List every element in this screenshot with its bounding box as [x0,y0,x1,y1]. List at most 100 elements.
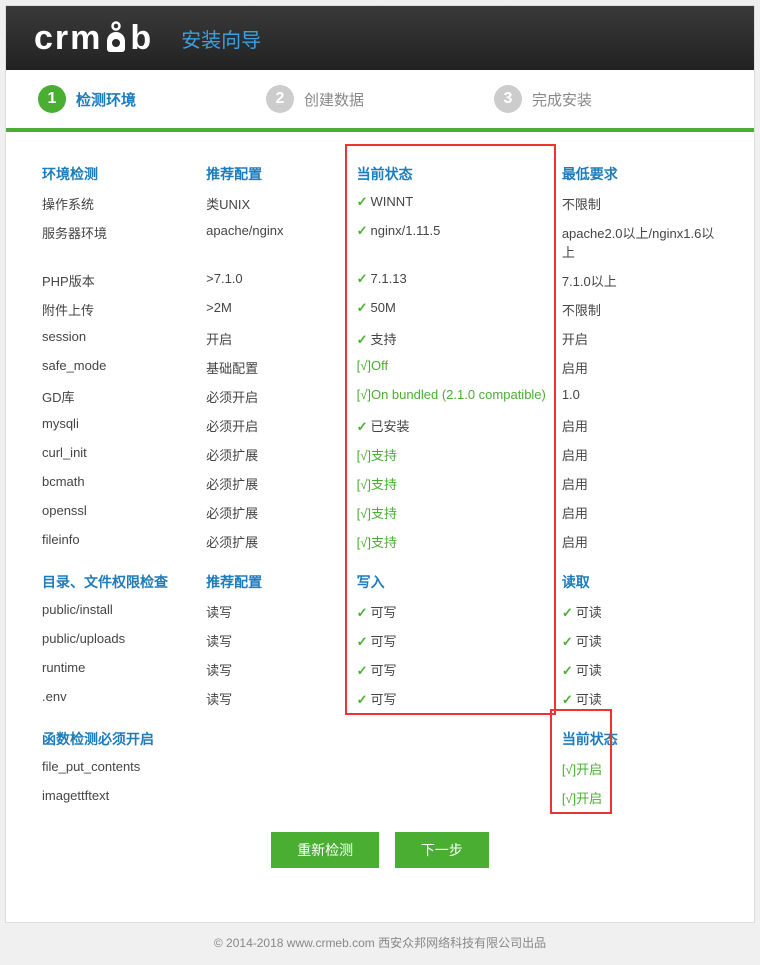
header: crm b 安装向导 [6,6,754,70]
env-min: 不限制 [558,295,722,324]
th-rec2: 推荐配置 [202,556,352,597]
env-status: [√]支持 [353,498,558,527]
status-text: [√]Off [357,358,388,373]
status-text: [√]支持 [357,477,397,492]
env-min: 7.1.0以上 [558,266,722,295]
env-row: mysqli必须开启✓已安装启用 [38,411,722,440]
func-key: imagettftext [38,783,202,812]
env-rec: 必须开启 [202,411,352,440]
logo-text-right: b [130,19,153,58]
dir-rec: 读写 [202,684,352,713]
env-status: [√]支持 [353,527,558,556]
env-key: session [38,324,202,353]
env-rec: 必须开启 [202,382,352,411]
env-row: openssl必须扩展[√]支持启用 [38,498,722,527]
env-min: 不限制 [558,189,722,218]
env-rec: 类UNIX [202,189,352,218]
env-status: ✓nginx/1.11.5 [353,218,558,266]
env-key: 服务器环境 [38,218,202,266]
th-min: 最低要求 [558,148,722,189]
footer: © 2014-2018 www.crmeb.com 西安众邦网络科技有限公司出品 [0,928,760,965]
dir-read: ✓可读 [558,655,722,684]
env-min: 启用 [558,498,722,527]
status-text: 可写 [371,634,397,649]
env-min: 1.0 [558,382,722,411]
env-row: curl_init必须扩展[√]支持启用 [38,440,722,469]
status-text: 可写 [371,692,397,707]
env-row: 服务器环境apache/nginx✓nginx/1.11.5apache2.0以… [38,218,722,266]
dir-rec: 读写 [202,626,352,655]
th-dir: 目录、文件权限检查 [38,556,202,597]
check-icon: ✓ [562,605,573,620]
th-func: 函数检测必须开启 [38,713,202,754]
check-icon: ✓ [357,692,368,707]
status-text: 可读 [576,605,602,620]
env-key: curl_init [38,440,202,469]
func-status: [√]开启 [558,783,722,812]
check-icon: ✓ [562,634,573,649]
content: 环境检测推荐配置当前状态最低要求 操作系统类UNIX✓WINNT不限制服务器环境… [6,132,754,922]
check-icon: ✓ [562,663,573,678]
logo-icon [103,21,129,55]
dir-rec: 读写 [202,655,352,684]
env-rec: 必须扩展 [202,469,352,498]
env-min: apache2.0以上/nginx1.6以上 [558,218,722,266]
env-status: ✓支持 [353,324,558,353]
button-bar: 重新检测 下一步 [38,812,722,898]
check-icon: ✓ [357,194,368,209]
status-text: 已安装 [371,419,410,434]
env-status: ✓50M [353,295,558,324]
dir-row: runtime读写✓可写✓可读 [38,655,722,684]
dir-write: ✓可写 [353,655,558,684]
wizard-title: 安装向导 [181,24,261,53]
dir-key: .env [38,684,202,713]
check-icon: ✓ [562,692,573,707]
env-status: [√]Off [353,353,558,382]
env-row: session开启✓支持开启 [38,324,722,353]
env-row: fileinfo必须扩展[√]支持启用 [38,527,722,556]
steps: 1检测环境 2创建数据 3完成安装 [6,70,754,128]
env-min: 启用 [558,469,722,498]
status-text: 50M [371,300,396,315]
env-key: GD库 [38,382,202,411]
dir-rec: 读写 [202,597,352,626]
dir-read: ✓可读 [558,597,722,626]
env-row: bcmath必须扩展[√]支持启用 [38,469,722,498]
check-icon: ✓ [357,419,368,434]
env-row: safe_mode基础配置[√]Off启用 [38,353,722,382]
env-min: 启用 [558,440,722,469]
step-num: 2 [266,85,294,113]
next-button[interactable]: 下一步 [395,832,489,868]
func-status: [√]开启 [558,754,722,783]
dir-write: ✓可写 [353,597,558,626]
func-row: imagettftext [√]开启 [38,783,722,812]
th-env: 环境检测 [38,148,202,189]
step-3: 3完成安装 [494,85,722,113]
step-1: 1检测环境 [38,85,266,113]
env-key: fileinfo [38,527,202,556]
env-key: 附件上传 [38,295,202,324]
th-read: 读取 [558,556,722,597]
dir-row: public/uploads读写✓可写✓可读 [38,626,722,655]
env-rec: >2M [202,295,352,324]
status-text: [√]On bundled (2.1.0 compatible) [357,387,546,402]
dir-row: .env读写✓可写✓可读 [38,684,722,713]
env-row: 操作系统类UNIX✓WINNT不限制 [38,189,722,218]
dir-read: ✓可读 [558,684,722,713]
recheck-button[interactable]: 重新检测 [271,832,379,868]
dir-key: runtime [38,655,202,684]
status-text: 可读 [576,663,602,678]
dir-key: public/uploads [38,626,202,655]
status-text: 可写 [371,663,397,678]
check-icon: ✓ [357,271,368,286]
check-table: 环境检测推荐配置当前状态最低要求 操作系统类UNIX✓WINNT不限制服务器环境… [38,148,722,812]
env-rec: >7.1.0 [202,266,352,295]
env-min: 启用 [558,353,722,382]
env-key: safe_mode [38,353,202,382]
check-icon: ✓ [357,634,368,649]
env-status: ✓已安装 [353,411,558,440]
status-text: [√]支持 [357,535,397,550]
th-rec: 推荐配置 [202,148,352,189]
status-text: nginx/1.11.5 [371,223,441,238]
dir-key: public/install [38,597,202,626]
